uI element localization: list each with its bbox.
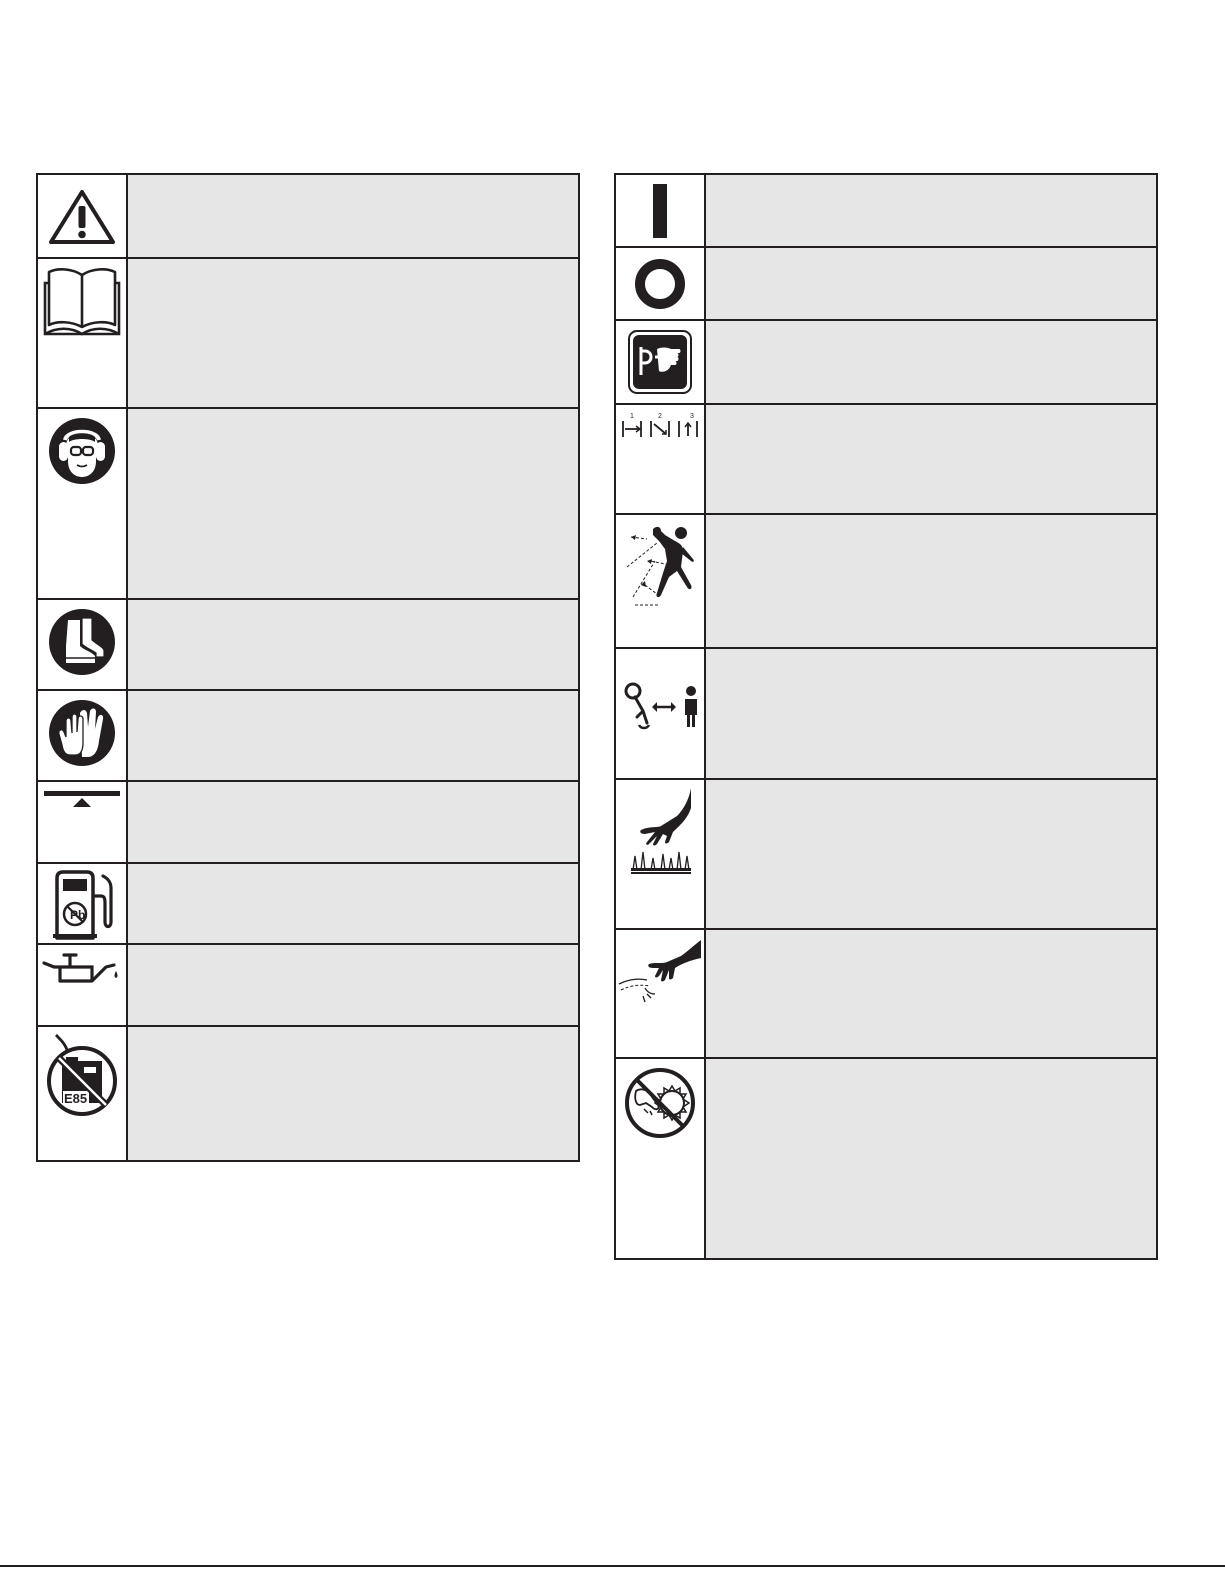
symbol-description (128, 691, 578, 780)
symbol-row-no-e85: E85 (38, 1027, 578, 1160)
safety-boots-icon (49, 609, 115, 675)
icon-cell (38, 175, 128, 257)
step-number: 1 (630, 413, 634, 420)
no-e85-fuel-icon: E85 (47, 1034, 117, 1116)
svg-text:Pb: Pb (70, 908, 85, 922)
step-number: 3 (690, 413, 694, 420)
off-stop-icon (635, 258, 685, 309)
on-start-icon (653, 183, 667, 238)
safety-alert-icon (49, 190, 115, 244)
symbol-description (128, 782, 578, 862)
symbol-description (706, 175, 1156, 246)
icon-cell (616, 780, 706, 928)
thrown-objects-icon (626, 526, 694, 606)
symbol-row-thrown-objects (616, 515, 1156, 649)
step-number: 2 (658, 413, 662, 420)
symbol-row-choke (38, 782, 578, 864)
icon-cell (38, 409, 128, 598)
read-manual-icon (43, 268, 121, 336)
symbol-description (128, 409, 578, 598)
icon-cell (616, 930, 706, 1057)
symbol-row-on (616, 175, 1156, 248)
icon-cell: Pb (38, 864, 128, 943)
symbol-description (706, 321, 1156, 403)
left-symbol-table: Pb E85 (36, 173, 580, 1162)
pull-starter-steps-icon: 1 2 3 (622, 413, 698, 437)
symbol-row-eye-ear-protection (38, 409, 578, 600)
right-symbol-table: 1 2 3 (614, 173, 1158, 1260)
symbol-description (128, 175, 578, 257)
icon-cell (38, 782, 128, 862)
symbol-description (706, 649, 1156, 778)
gloves-icon (49, 700, 115, 766)
symbol-row-rotating-line (616, 930, 1156, 1059)
symbol-row-bystanders (616, 649, 1156, 780)
symbol-row-read-manual (38, 259, 578, 409)
symbol-row-oil-can (38, 945, 578, 1027)
icon-cell: E85 (38, 1027, 128, 1160)
icon-cell (616, 1059, 706, 1258)
symbol-row-off (616, 248, 1156, 321)
symbol-description (706, 515, 1156, 647)
symbol-description (706, 780, 1156, 928)
symbol-description (706, 405, 1156, 513)
symbol-description (128, 1027, 578, 1160)
hot-surface-icon (631, 788, 691, 874)
symbol-description (706, 248, 1156, 319)
icon-cell (616, 515, 706, 647)
symbol-row-primer (616, 321, 1156, 405)
symbol-description (128, 864, 578, 943)
icon-cell (38, 945, 128, 1025)
icon-cell (616, 321, 706, 403)
symbol-description (706, 1059, 1156, 1258)
symbol-description (128, 259, 578, 407)
oil-can-icon (42, 953, 118, 983)
rotating-line-icon (618, 940, 701, 1003)
icon-cell (616, 175, 706, 246)
primer-bulb-icon (628, 330, 692, 394)
symbol-row-gloves (38, 691, 578, 782)
no-blade-icon (625, 1068, 695, 1138)
icon-cell (38, 259, 128, 407)
keep-bystanders-away-icon (624, 682, 697, 730)
symbol-description (706, 930, 1156, 1057)
icon-cell: 1 2 3 (616, 405, 706, 513)
footer-rule (0, 1565, 1225, 1567)
symbol-description (128, 600, 578, 689)
svg-text:E85: E85 (64, 1091, 87, 1106)
symbol-row-no-blade (616, 1059, 1156, 1258)
symbol-row-safety-alert (38, 175, 578, 259)
icon-cell (38, 691, 128, 780)
symbol-row-unleaded-fuel: Pb (38, 864, 578, 945)
icon-cell (616, 248, 706, 319)
symbol-description (128, 945, 578, 1025)
eye-ear-protection-icon (49, 418, 115, 484)
icon-cell (38, 600, 128, 689)
icon-cell (616, 649, 706, 778)
unleaded-fuel-icon: Pb (53, 870, 113, 940)
symbol-row-hot-surface (616, 780, 1156, 930)
symbol-row-pull-starter: 1 2 3 (616, 405, 1156, 515)
choke-icon (44, 791, 120, 807)
symbol-row-safety-boots (38, 600, 578, 691)
